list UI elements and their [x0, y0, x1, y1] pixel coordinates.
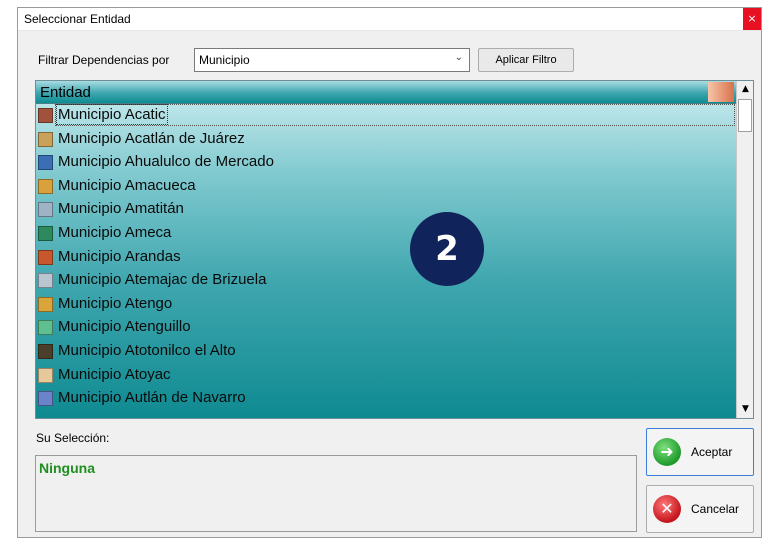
accept-button-label: Aceptar: [691, 445, 733, 459]
selection-value: Ninguna: [39, 460, 95, 476]
list-item[interactable]: Municipio Atenguillo: [36, 316, 736, 340]
municipality-emblem-icon: [38, 343, 53, 359]
title-bar: Seleccionar Entidad ×: [18, 8, 761, 31]
step-number-badge: 2: [410, 212, 484, 286]
list-item[interactable]: Municipio Amatitán: [36, 198, 736, 222]
cancel-button[interactable]: ✕ Cancelar: [646, 485, 754, 533]
header-corner-cell: [708, 82, 734, 102]
municipality-emblem-icon: [38, 155, 53, 171]
close-button[interactable]: ×: [743, 8, 761, 30]
filter-combobox[interactable]: Municipio ⌄: [194, 48, 470, 72]
select-entity-dialog: Seleccionar Entidad × Filtrar Dependenci…: [17, 7, 762, 538]
municipality-emblem-icon: [38, 131, 53, 147]
list-item[interactable]: Municipio Atemajac de Brizuela: [36, 269, 736, 293]
municipality-emblem-icon: [38, 225, 53, 241]
cancel-x-icon: ✕: [653, 495, 681, 523]
list-item[interactable]: Municipio Acatlán de Juárez: [36, 128, 736, 152]
vertical-scrollbar[interactable]: ▲ ▼: [736, 81, 753, 418]
column-header-entidad[interactable]: Entidad: [40, 84, 91, 101]
cancel-button-label: Cancelar: [691, 502, 740, 516]
municipality-emblem-icon: [38, 178, 53, 194]
list-item[interactable]: Municipio Acatic: [36, 104, 736, 128]
municipality-emblem-icon: [38, 391, 53, 407]
list-item-label: Municipio Amacueca: [58, 176, 196, 194]
list-item[interactable]: Municipio Ahualulco de Mercado: [36, 151, 736, 175]
list-item-label: Municipio Autlán de Navarro: [58, 389, 246, 407]
list-item-label: Municipio Acatlán de Juárez: [58, 129, 245, 147]
entity-grid[interactable]: Entidad Municipio Acatic Municipio Acatlá…: [35, 80, 754, 419]
scroll-down-arrow-icon[interactable]: ▼: [737, 401, 753, 418]
list-item[interactable]: Municipio Arandas: [36, 246, 736, 270]
list-item-label: Municipio Atoyac: [58, 365, 171, 383]
list-item-label: Municipio Ameca: [58, 223, 172, 241]
list-item-label: Municipio Atotonilco el Alto: [58, 341, 236, 359]
grid-header[interactable]: Entidad: [36, 81, 736, 104]
list-item-label: Municipio Amatitán: [58, 200, 184, 218]
selection-box: Ninguna: [35, 455, 637, 532]
apply-filter-button[interactable]: Aplicar Filtro: [478, 48, 574, 72]
list-item[interactable]: Municipio Atoyac: [36, 364, 736, 388]
list-item[interactable]: Municipio Ameca: [36, 222, 736, 246]
municipality-emblem-icon: [38, 296, 53, 312]
scrollbar-thumb[interactable]: [738, 99, 752, 132]
list-item[interactable]: Municipio Amacueca: [36, 175, 736, 199]
list-item-label: Municipio Ahualulco de Mercado: [58, 153, 274, 171]
municipality-emblem-icon: [38, 249, 53, 265]
municipality-emblem-icon: [38, 108, 53, 123]
window-title: Seleccionar Entidad: [24, 12, 131, 26]
list-item[interactable]: Municipio Atengo: [36, 293, 736, 317]
list-item[interactable]: Municipio Autlán de Navarro: [36, 387, 736, 411]
municipality-emblem-icon: [38, 367, 53, 383]
filter-label: Filtrar Dependencias por: [38, 53, 170, 67]
list-item-label: Municipio Atengo: [58, 294, 173, 312]
list-item-label: Municipio Atemajac de Brizuela: [58, 271, 267, 289]
arrow-right-icon: ➜: [653, 438, 681, 466]
scroll-up-arrow-icon[interactable]: ▲: [737, 81, 753, 98]
municipality-emblem-icon: [38, 273, 53, 289]
list-item-label: Municipio Acatic: [56, 104, 168, 125]
selection-label: Su Selección:: [36, 431, 110, 445]
municipality-emblem-icon: [38, 320, 53, 336]
entity-list: Municipio Acatic Municipio Acatlán de Juá…: [36, 104, 736, 411]
list-item[interactable]: Municipio Atotonilco el Alto: [36, 340, 736, 364]
chevron-down-icon[interactable]: ⌄: [455, 52, 463, 63]
municipality-emblem-icon: [38, 202, 53, 218]
filter-combobox-value: Municipio: [199, 53, 250, 67]
list-item-label: Municipio Arandas: [58, 247, 181, 265]
list-item-label: Municipio Atenguillo: [58, 318, 191, 336]
accept-button[interactable]: ➜ Aceptar: [646, 428, 754, 476]
